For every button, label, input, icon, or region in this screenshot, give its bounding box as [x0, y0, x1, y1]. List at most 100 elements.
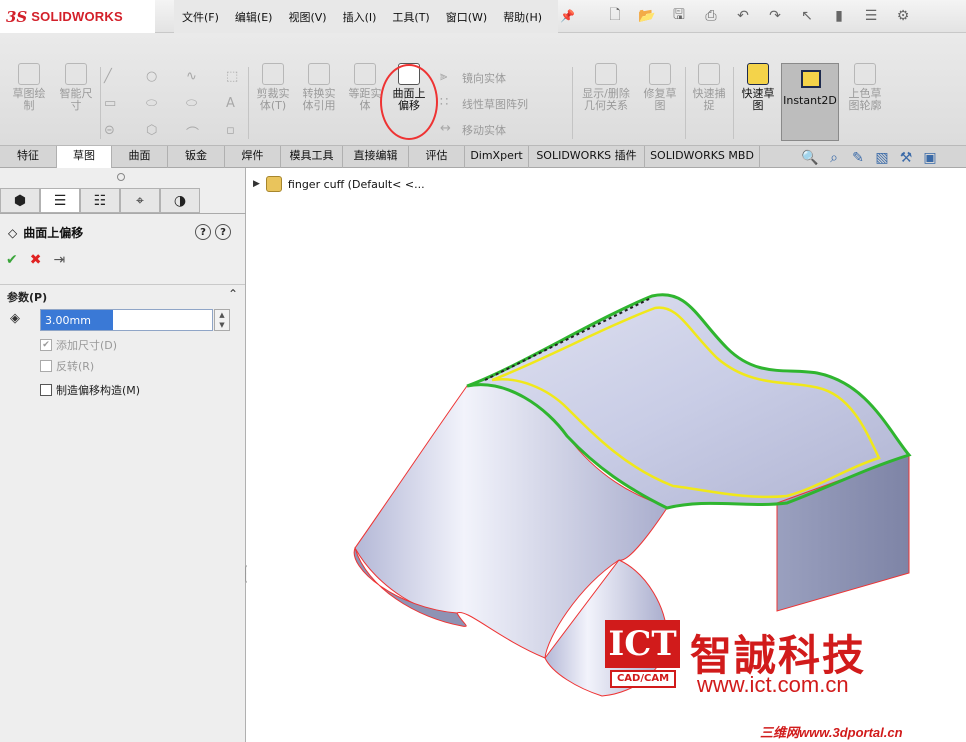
distance-spinner[interactable]: ▲ ▼ [214, 309, 230, 331]
propertymanager-tab-icon[interactable]: ☰ [40, 188, 80, 213]
ribbon-separator [733, 67, 734, 139]
help-icons: ? ? [195, 224, 231, 240]
tab-surfaces[interactable]: 曲面 [112, 146, 168, 168]
circle-icon[interactable]: ○ [146, 69, 164, 84]
tab-sheet-metal[interactable]: 钣金 [168, 146, 225, 168]
pm-actions: ✔ ✖ ⇥ [6, 252, 65, 268]
linear-pattern-label[interactable]: 线性草图阵列 [462, 96, 528, 112]
repair-sketch-button[interactable]: 修复草 图 [638, 63, 682, 112]
move-entities-label[interactable]: 移动实体 [462, 122, 506, 138]
tab-solidworks-mbd[interactable]: SOLIDWORKS MBD [645, 146, 760, 168]
point-grid-icon[interactable]: ⬚ [226, 69, 244, 84]
title-bar: 3S SOLIDWORKS 文件(F) 编辑(E) 视图(V) 插入(I) 工具… [0, 0, 966, 33]
rapid-sketch-button[interactable]: 快速草 图 [737, 63, 779, 112]
keep-visible-pushpin-icon[interactable]: ⇥ [53, 252, 65, 268]
plane-icon[interactable]: ▫ [226, 123, 244, 138]
traffic-light-icon[interactable]: ▮ [824, 5, 854, 27]
help-icon[interactable]: ? [215, 224, 231, 240]
tab-direct-editing[interactable]: 直接编辑 [343, 146, 409, 168]
slot-straight-icon[interactable]: ⊝ [104, 123, 122, 138]
menu-help[interactable]: 帮助(H) [495, 9, 550, 25]
pin-menu-icon[interactable]: 📌 [560, 9, 575, 23]
reverse-checkbox[interactable]: 反转(R) [40, 358, 94, 374]
construction-checkbox[interactable]: 制造偏移构造(M) [40, 382, 140, 398]
convert-entities-button[interactable]: 转换实 体引用 [298, 63, 340, 112]
tab-solidworks-addins[interactable]: SOLIDWORKS 插件 [529, 146, 645, 168]
smart-dimension-label: 智能尺 寸 [59, 87, 93, 112]
shaded-sketch-contours-button[interactable]: 上色草 图轮廓 [843, 63, 887, 112]
tab-sketch[interactable]: 草图 [57, 146, 112, 169]
panel-grip-handle[interactable] [117, 173, 125, 181]
section-view-icon[interactable]: ▧ [872, 150, 892, 168]
reverse-box[interactable] [40, 360, 52, 372]
undo-icon[interactable]: ↶ [728, 5, 758, 27]
mirror-entities-label[interactable]: 镜向实体 [462, 70, 506, 86]
menu-edit[interactable]: 编辑(E) [227, 9, 281, 25]
menu-view[interactable]: 视图(V) [280, 9, 334, 25]
slot-icon[interactable]: ⬭ [146, 96, 164, 111]
linear-pattern-icon[interactable]: ∷ [440, 95, 458, 110]
fillet-icon[interactable]: ⌒ [186, 123, 204, 142]
instant2d-icon [801, 70, 821, 88]
parameters-group-header[interactable]: 参数(P) ⌃ [0, 284, 245, 306]
add-dimension-label: 添加尺寸(D) [56, 339, 118, 352]
distance-icon: ◈ [10, 311, 20, 326]
tab-dimxpert[interactable]: DimXpert [465, 146, 529, 168]
mirror-icon[interactable]: ⫸ [440, 69, 458, 84]
dynamic-annotation-icon[interactable]: ⚒ [896, 150, 916, 168]
relations-icon [595, 63, 617, 85]
redo-icon[interactable]: ↷ [760, 5, 790, 27]
save-icon[interactable]: 🖫 [664, 5, 694, 27]
print-icon[interactable]: ⎙ [696, 5, 726, 27]
display-manager-tab-icon[interactable]: ◑ [160, 188, 200, 213]
app-name: SOLIDWORKS [31, 9, 123, 24]
tab-features[interactable]: 特征 [0, 146, 57, 168]
tab-evaluate[interactable]: 评估 [409, 146, 465, 168]
text-icon[interactable]: A [226, 96, 244, 111]
add-dimension-box[interactable]: ✔ [40, 339, 52, 351]
options-gear-icon[interactable]: ⚙ [888, 5, 918, 27]
tab-mold-tools[interactable]: 模具工具 [281, 146, 343, 168]
line-icon[interactable]: ╱ [104, 69, 122, 84]
new-document-icon[interactable]: 🗋 [600, 5, 630, 27]
previous-view-icon[interactable]: ✎ [848, 150, 868, 168]
menu-window[interactable]: 窗口(W) [438, 9, 495, 25]
open-folder-icon[interactable]: 📂 [632, 5, 662, 27]
smart-dimension-button[interactable]: 智能尺 寸 [55, 63, 97, 112]
menu-file[interactable]: 文件(F) [174, 9, 227, 25]
configuration-manager-tab-icon[interactable]: ☷ [80, 188, 120, 213]
zoom-to-area-icon[interactable]: ⌕ [824, 150, 844, 168]
chevron-up-icon[interactable]: ⌃ [228, 287, 238, 301]
dimxpert-manager-tab-icon[interactable]: ⌖ [120, 188, 160, 213]
rapid-sketch-icon [747, 63, 769, 85]
trim-entities-button[interactable]: 剪裁实 体(T) [252, 63, 294, 112]
offset-distance-field[interactable] [40, 309, 213, 331]
spline-icon[interactable]: ∿ [186, 69, 204, 84]
sketch-draw-button[interactable]: 草图绘 制 [8, 63, 50, 112]
menu-insert[interactable]: 插入(I) [335, 9, 385, 25]
polygon-icon[interactable]: ⬡ [146, 123, 164, 138]
ok-check-icon[interactable]: ✔ [6, 252, 18, 268]
view-orientation-icon[interactable]: ▣ [920, 150, 940, 168]
offset-distance-input[interactable] [41, 310, 113, 330]
ellipse-icon[interactable]: ⬭ [186, 96, 204, 111]
solidworks-logo[interactable]: 3S SOLIDWORKS [0, 0, 155, 33]
whats-wrong-help-icon[interactable]: ? [195, 224, 211, 240]
show-relations-button[interactable]: 显示/删除 几何关系 [576, 63, 636, 112]
move-entities-icon[interactable]: ↔ [440, 121, 458, 136]
zoom-to-fit-icon[interactable]: 🔍 [800, 150, 820, 168]
file-properties-icon[interactable]: ☰ [856, 5, 886, 27]
quick-snaps-button[interactable]: 快速捕 捉 [688, 63, 730, 112]
tab-weldments[interactable]: 焊件 [225, 146, 281, 168]
instant2d-button[interactable]: Instant2D [781, 63, 839, 141]
trim-icon [262, 63, 284, 85]
rectangle-icon[interactable]: ▭ [104, 96, 122, 111]
select-cursor-icon[interactable]: ↖ [792, 5, 822, 27]
manager-tabs: ⬢ ☰ ☷ ⌖ ◑ [0, 188, 246, 214]
featuremanager-tab-icon[interactable]: ⬢ [0, 188, 40, 213]
add-dimension-checkbox[interactable]: ✔ 添加尺寸(D) [40, 337, 117, 353]
cancel-x-icon[interactable]: ✖ [30, 252, 42, 268]
construction-box[interactable] [40, 384, 52, 396]
property-manager-panel: ⬢ ☰ ☷ ⌖ ◑ ◇ 曲面上偏移 ? ? ✔ ✖ ⇥ 参数(P) ⌃ ◈ ▲▼… [0, 168, 246, 742]
menu-tools[interactable]: 工具(T) [384, 9, 437, 25]
